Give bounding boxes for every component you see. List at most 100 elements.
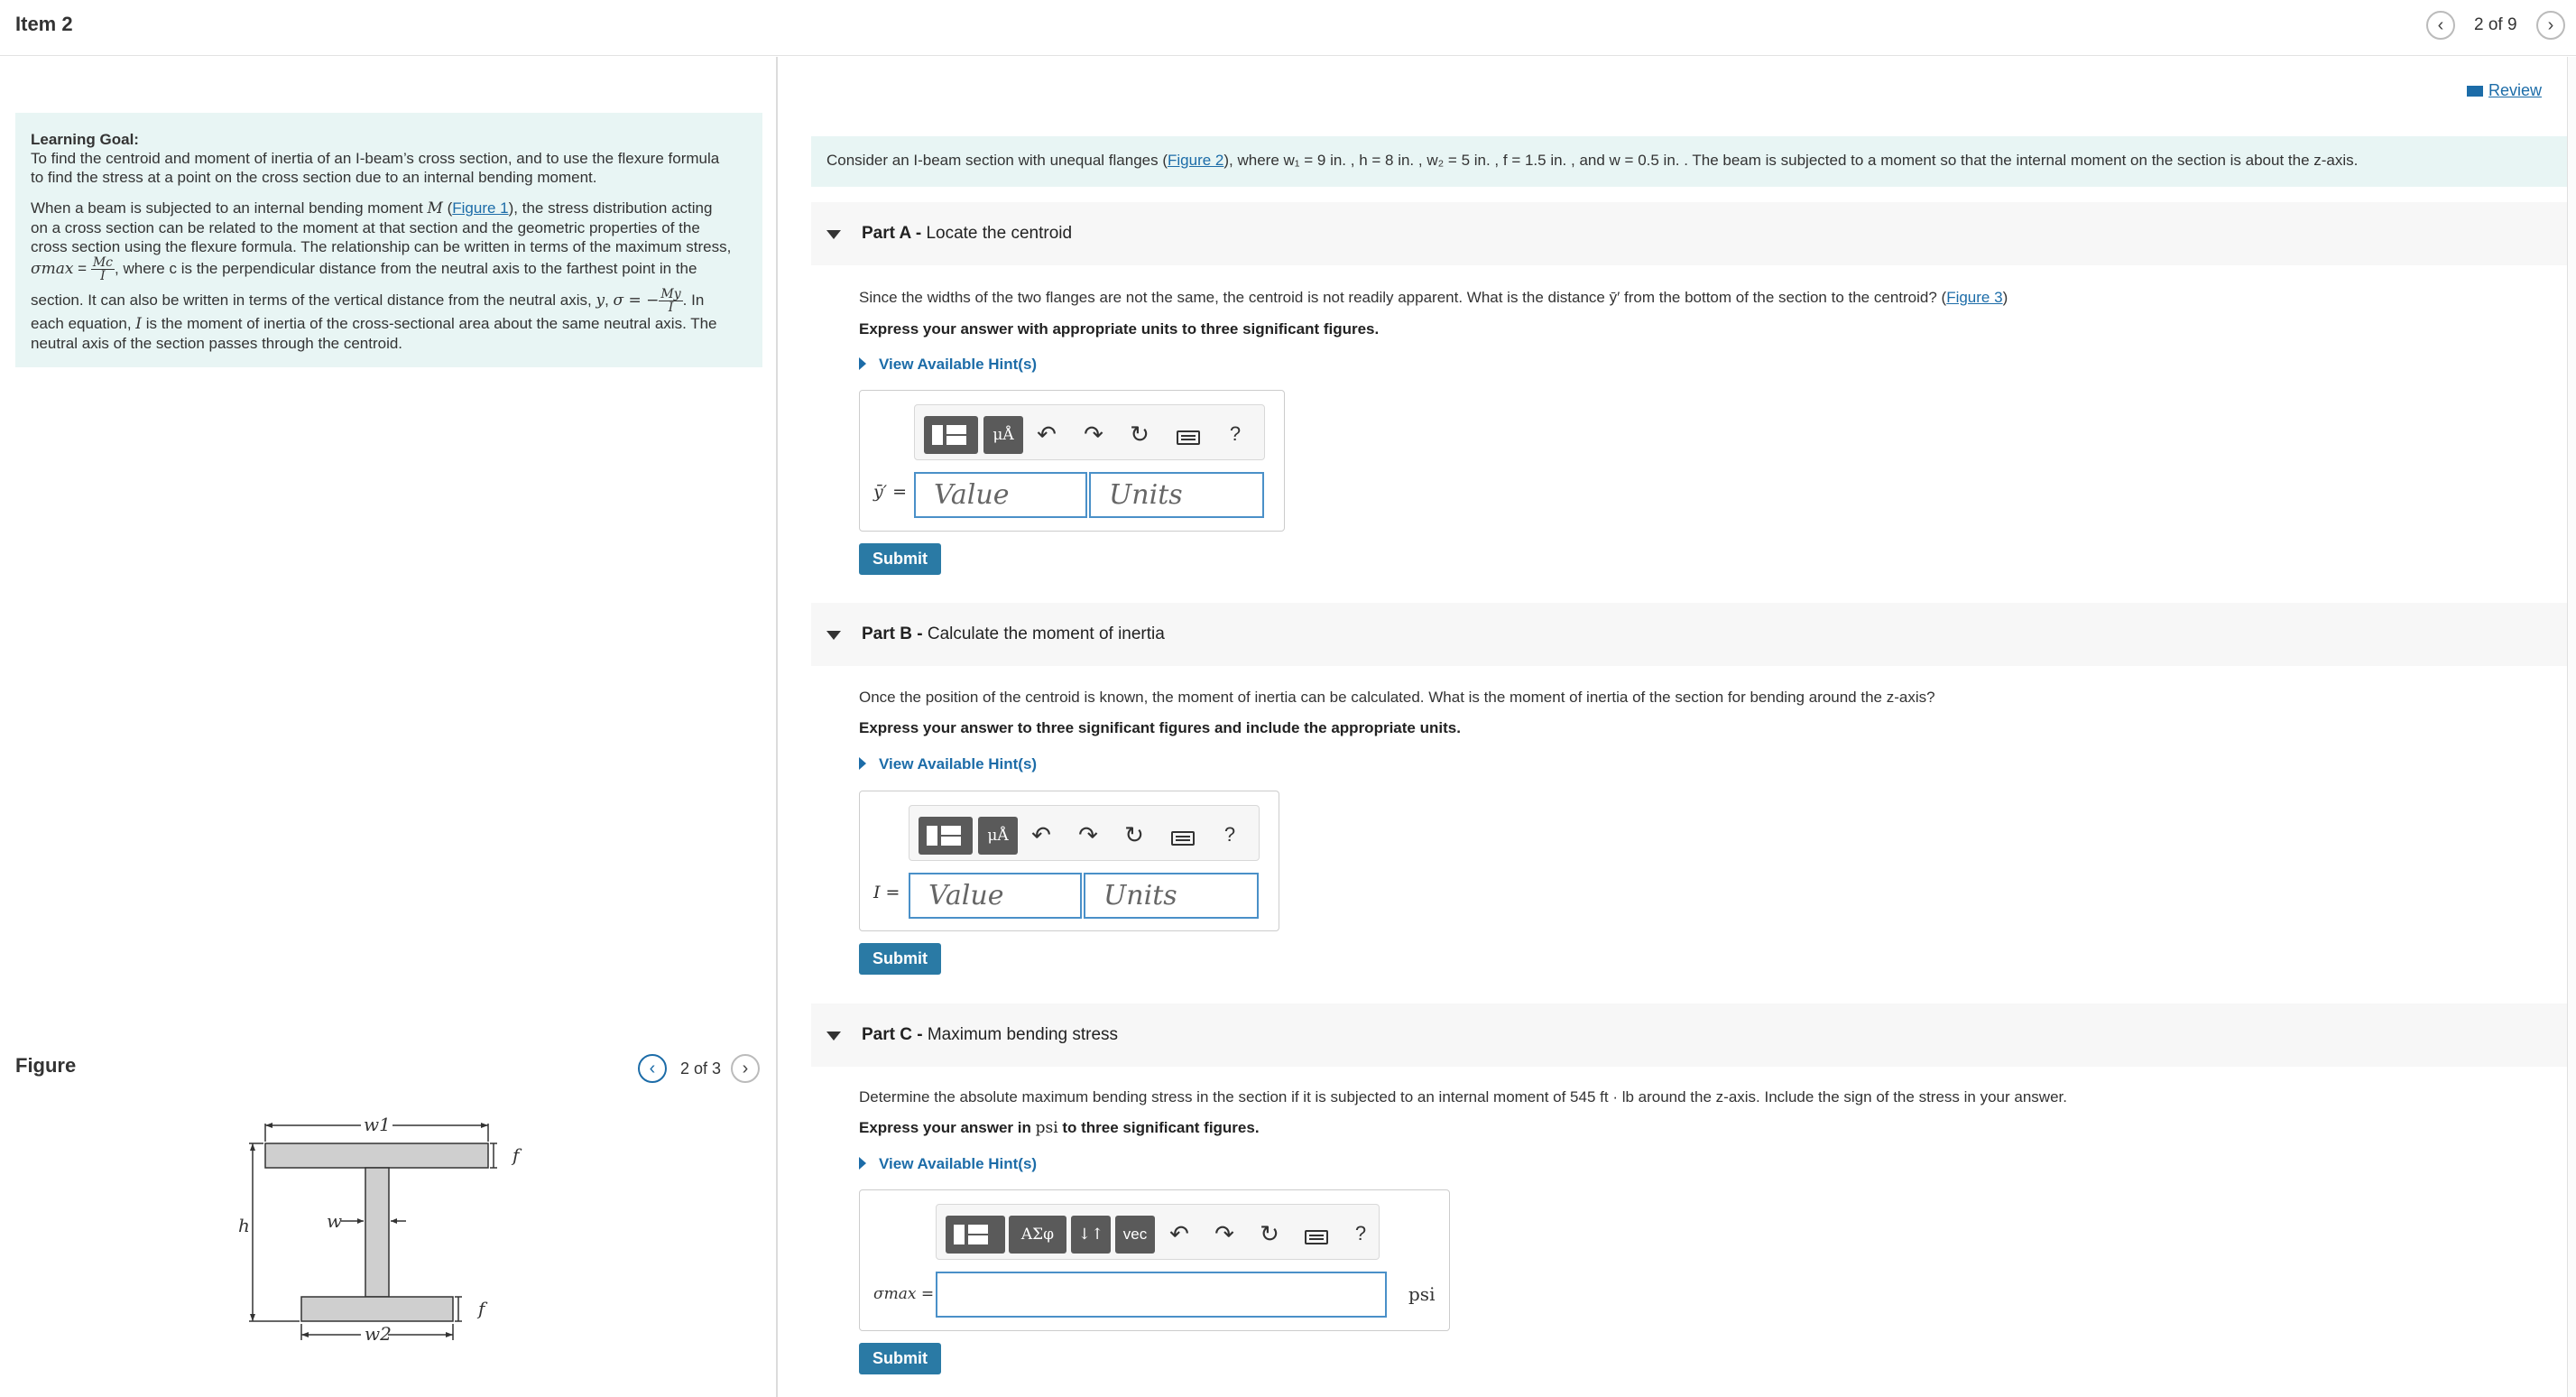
prev-item-button[interactable]: ‹ — [2426, 11, 2455, 40]
units-button[interactable]: μÅ — [978, 817, 1018, 855]
undo-icon[interactable]: ↶ — [1033, 421, 1060, 447]
part-b-math-toolbar: μÅ ↶ ↷ ↻ ? — [909, 805, 1260, 861]
greek-button[interactable]: ΑΣφ — [1009, 1216, 1066, 1254]
part-c-submit-button[interactable]: Submit — [859, 1343, 941, 1374]
fraction-my-over-i: My I — [659, 287, 683, 315]
goal-text: on a cross section can be related to the… — [31, 219, 700, 236]
chevron-right-icon: › — [742, 1059, 749, 1078]
part-c-answer-box: ΑΣφ ↓↑ vec ↶ ↷ ↻ ? σmax = psi — [859, 1189, 1450, 1331]
undo-icon[interactable]: ↶ — [1028, 822, 1055, 847]
part-b-title: Calculate the moment of inertia — [927, 624, 1165, 643]
goal-text: section. It can also be written in terms… — [31, 291, 596, 309]
redo-icon[interactable]: ↷ — [1075, 822, 1102, 847]
learning-goal-heading: Learning Goal: — [31, 131, 139, 148]
intro-text: Consider an I-beam section with unequal … — [826, 152, 1168, 169]
keyboard-icon[interactable] — [1177, 430, 1200, 445]
figure-3-link[interactable]: Figure 3 — [1946, 289, 2002, 306]
reset-icon[interactable]: ↻ — [1121, 822, 1148, 847]
goal-text: is the moment of inertia of the cross-se… — [141, 315, 717, 332]
part-b-label: Part B - — [862, 624, 928, 643]
fraction-numerator: Mc — [90, 255, 115, 270]
label-f-bottom: f — [476, 1298, 488, 1319]
label-h: h — [238, 1215, 250, 1236]
part-b-header[interactable]: Part B - Calculate the moment of inertia — [811, 603, 2567, 666]
part-a-header[interactable]: Part A - Locate the centroid — [811, 202, 2567, 265]
vector-button[interactable]: vec — [1115, 1216, 1155, 1254]
item-title: Item 2 — [15, 13, 73, 35]
redo-icon[interactable]: ↷ — [1080, 421, 1107, 447]
part-c-header[interactable]: Part C - Maximum bending stress — [811, 1004, 2567, 1067]
math-sigma-max: σmax — [31, 259, 74, 278]
label-f-top: f — [511, 1144, 522, 1166]
part-c-field-label: σmax = — [873, 1285, 935, 1303]
question-text: Since the widths of the two flanges are … — [859, 289, 1947, 306]
figure-prev-button[interactable]: ‹ — [638, 1054, 667, 1083]
instruction-unit: psi — [1035, 1119, 1058, 1137]
part-a-question: Since the widths of the two flanges are … — [859, 289, 2008, 307]
part-c-answer-input[interactable] — [936, 1272, 1387, 1318]
part-a-answer-box: μÅ ↶ ↷ ↻ ? ȳ′ = — [859, 390, 1285, 532]
hint-label: View Available Hint(s) — [879, 1155, 1038, 1172]
undo-icon[interactable]: ↶ — [1166, 1221, 1193, 1246]
part-c-hint-toggle[interactable]: View Available Hint(s) — [859, 1155, 1037, 1173]
redo-icon[interactable]: ↷ — [1211, 1221, 1238, 1246]
part-b-hint-toggle[interactable]: View Available Hint(s) — [859, 755, 1037, 773]
templates-button[interactable] — [919, 817, 973, 855]
help-icon[interactable]: ? — [1347, 1221, 1374, 1246]
math-y: y — [596, 291, 605, 310]
math-m: M — [427, 199, 443, 217]
part-b-value-input[interactable] — [909, 873, 1082, 919]
fraction-mc-over-i: Mc I — [90, 255, 115, 282]
part-a-submit-button[interactable]: Submit — [859, 543, 941, 575]
part-c-question: Determine the absolute maximum bending s… — [859, 1088, 2067, 1106]
next-item-button[interactable]: › — [2536, 11, 2565, 40]
part-a-math-toolbar: μÅ ↶ ↷ ↻ ? — [914, 404, 1265, 460]
part-a-instruction: Express your answer with appropriate uni… — [859, 320, 1380, 338]
part-b-units-input[interactable] — [1084, 873, 1259, 919]
top-bar: Item 2 ‹ 2 of 9 › — [0, 0, 2576, 56]
part-b-instruction: Express your answer to three significant… — [859, 719, 1461, 736]
fraction-numerator: My — [659, 287, 683, 301]
part-c-unit-label: psi — [1408, 1283, 1436, 1305]
review-label: Review — [2488, 81, 2543, 99]
templates-button[interactable] — [924, 416, 978, 454]
problem-intro: Consider an I-beam section with unequal … — [811, 136, 2567, 187]
part-c-math-toolbar: ΑΣφ ↓↑ vec ↶ ↷ ↻ ? — [936, 1204, 1380, 1260]
keyboard-icon[interactable] — [1171, 831, 1195, 846]
templates-button[interactable] — [946, 1216, 1005, 1254]
fraction-denominator: I — [668, 301, 674, 315]
goal-line-2: to find the stress at a point on the cro… — [31, 169, 597, 186]
item-counter: 2 of 9 — [2474, 15, 2517, 34]
part-b-question: Once the position of the centroid is kno… — [859, 689, 1935, 706]
part-a-title: Locate the centroid — [926, 224, 1073, 243]
reset-icon[interactable]: ↻ — [1126, 421, 1153, 447]
part-b-answer-box: μÅ ↶ ↷ ↻ ? I = — [859, 791, 1279, 931]
figure-next-button[interactable]: › — [731, 1054, 760, 1083]
chevron-right-icon: › — [2547, 15, 2554, 35]
hint-label: View Available Hint(s) — [879, 356, 1038, 373]
part-b-submit-button[interactable]: Submit — [859, 943, 941, 975]
part-a-value-input[interactable] — [914, 472, 1087, 518]
figure-2-link[interactable]: Figure 2 — [1168, 152, 1223, 169]
label-w: w — [327, 1210, 342, 1232]
part-a-hint-toggle[interactable]: View Available Hint(s) — [859, 356, 1037, 374]
collapse-triangle-icon — [826, 631, 841, 640]
help-icon[interactable]: ? — [1222, 421, 1249, 447]
book-icon — [2467, 86, 2483, 97]
instruction-text: Express your answer in — [859, 1119, 1036, 1136]
part-a-units-input[interactable] — [1089, 472, 1264, 518]
keyboard-icon[interactable] — [1305, 1230, 1328, 1244]
math-equals: = — [73, 259, 91, 277]
goal-text: neutral axis of the section passes throu… — [31, 335, 403, 352]
i-beam-figure: w1 h w f f w2 — [238, 1114, 522, 1340]
collapse-triangle-icon — [826, 230, 841, 239]
arrows-button[interactable]: ↓↑ — [1071, 1216, 1111, 1254]
page-scrollbar[interactable] — [2567, 57, 2576, 1397]
help-icon[interactable]: ? — [1216, 822, 1243, 847]
reset-icon[interactable]: ↻ — [1256, 1221, 1283, 1246]
hint-label: View Available Hint(s) — [879, 755, 1038, 773]
units-button[interactable]: μÅ — [983, 416, 1023, 454]
goal-text: . In — [682, 291, 705, 309]
review-link[interactable]: Review — [2467, 81, 2542, 100]
figure-1-link[interactable]: Figure 1 — [452, 199, 508, 217]
